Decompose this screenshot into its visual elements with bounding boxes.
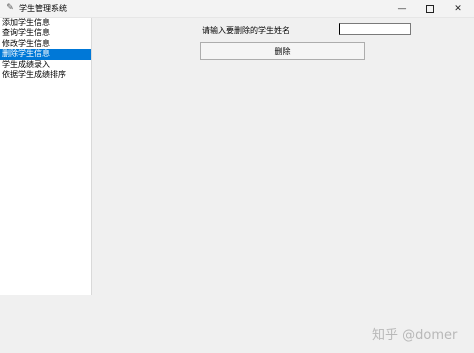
sidebar-item-add-student[interactable]: 添加学生信息 [0, 18, 91, 28]
window-title: 学生管理系统 [19, 4, 67, 13]
close-icon: ✕ [454, 3, 462, 14]
sidebar-item-delete-student[interactable]: 删除学生信息 [0, 49, 91, 60]
sidebar-item-sort-by-grades[interactable]: 依据学生成绩排序 [0, 70, 91, 80]
close-button[interactable]: ✕ [445, 0, 471, 17]
title-bar: ✎ 学生管理系统 — ✕ [0, 0, 474, 18]
student-name-input[interactable] [339, 23, 411, 35]
sidebar-item-edit-student[interactable]: 修改学生信息 [0, 39, 91, 49]
sidebar-item-enter-grades[interactable]: 学生成绩录入 [0, 60, 91, 70]
delete-button[interactable]: 删除 [200, 42, 365, 60]
sidebar-listbox[interactable]: 添加学生信息 查询学生信息 修改学生信息 删除学生信息 学生成绩录入 依据学生成… [0, 18, 92, 295]
minimize-button[interactable]: — [389, 0, 415, 17]
delete-name-prompt-label: 请输入要删除的学生姓名 [202, 26, 290, 35]
maximize-button[interactable] [417, 0, 443, 17]
watermark-text: 知乎 @domer [372, 328, 458, 343]
feather-icon: ✎ [6, 3, 14, 13]
maximize-icon [426, 4, 434, 13]
minimize-icon: — [397, 3, 407, 14]
sidebar-item-query-student[interactable]: 查询学生信息 [0, 28, 91, 38]
